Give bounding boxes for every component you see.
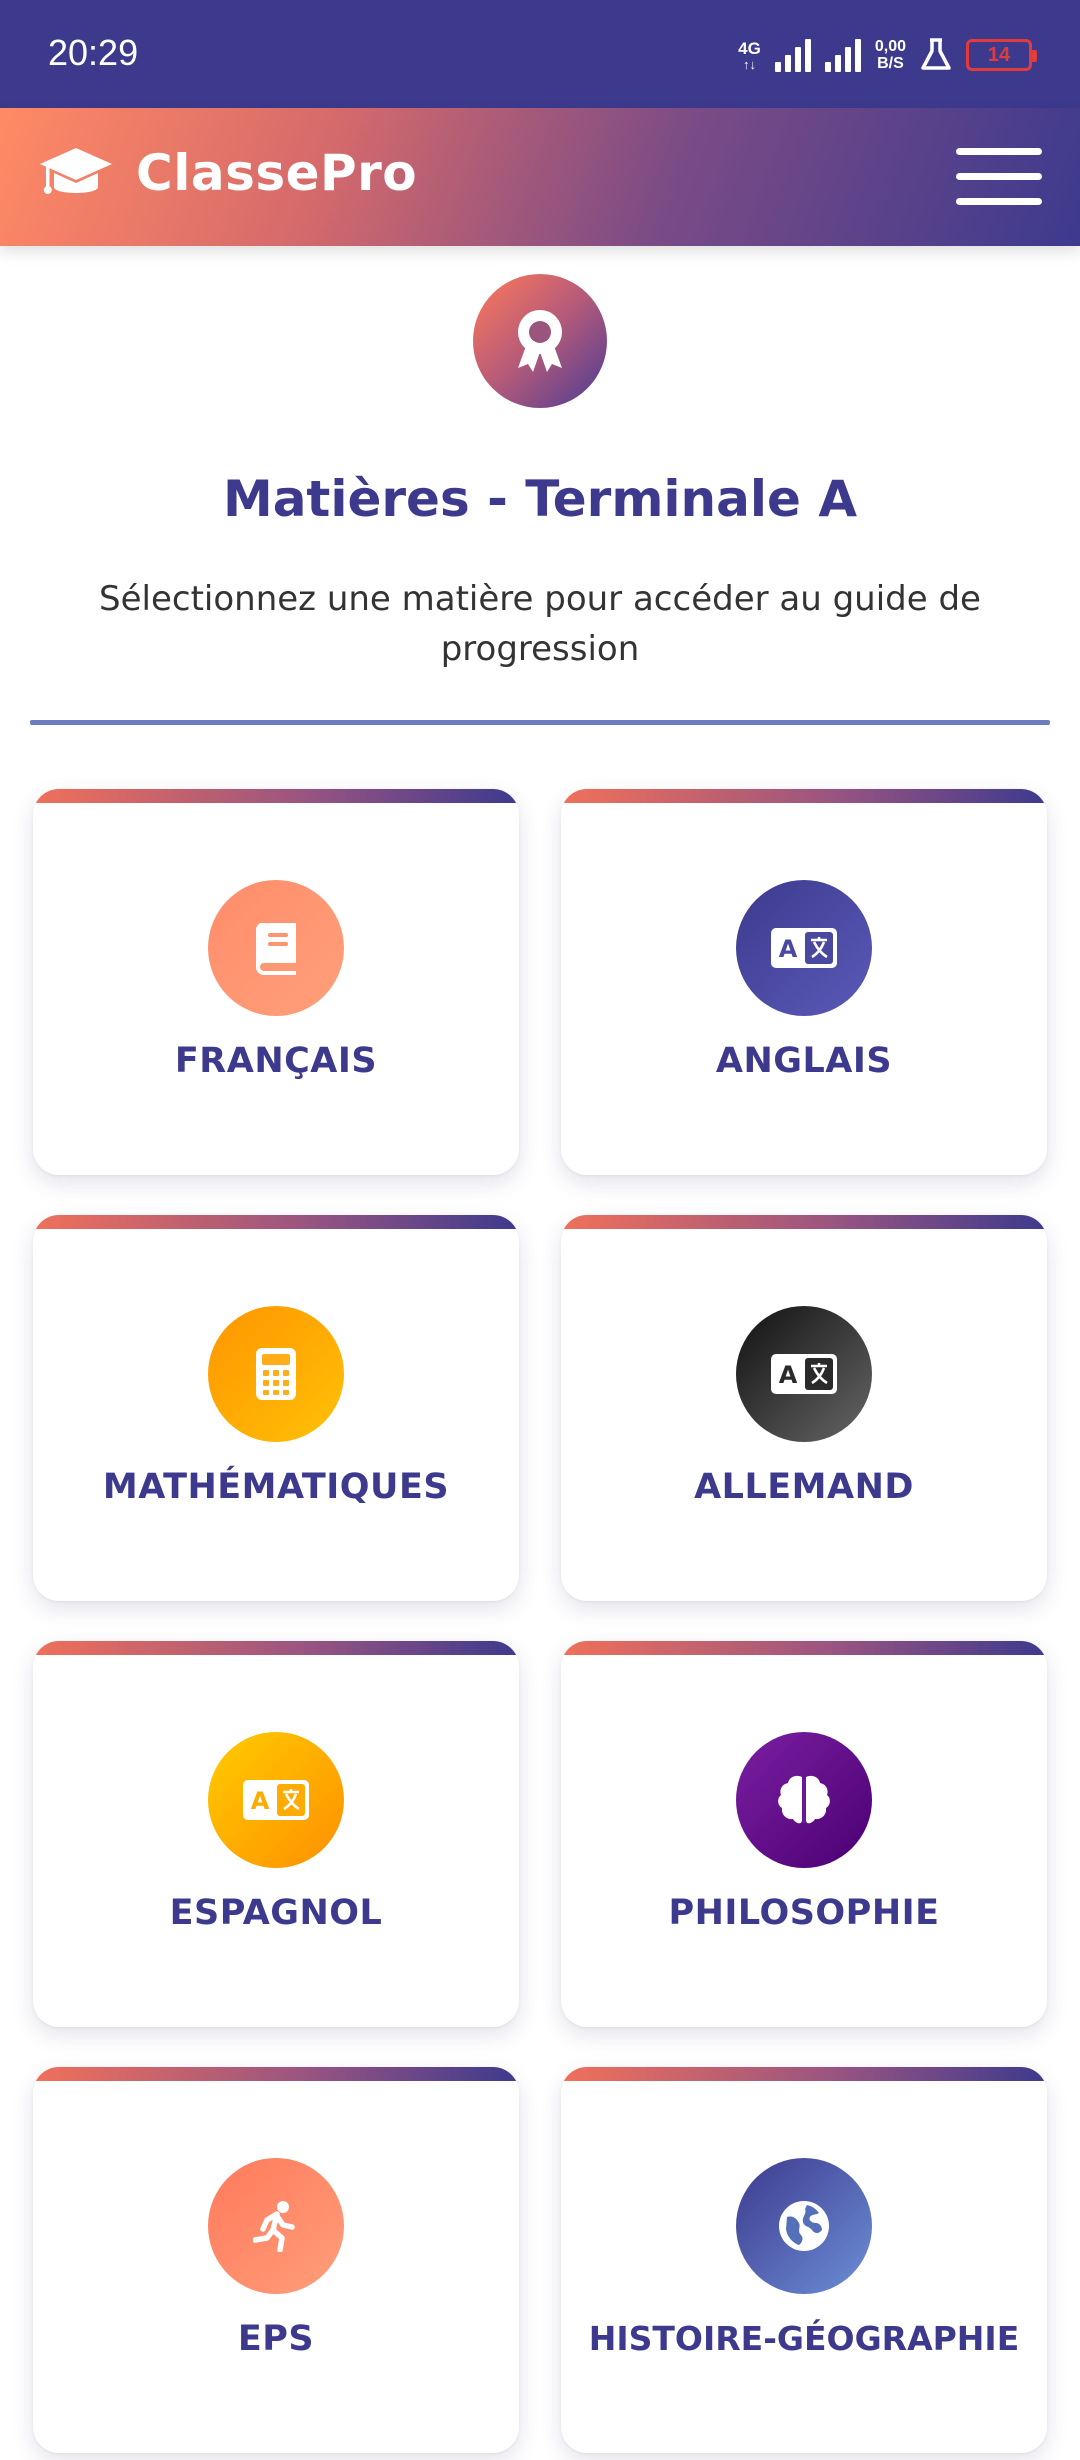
network-type: 4G xyxy=(738,38,761,58)
subject-card-francais[interactable]: FRANÇAIS xyxy=(33,789,519,1175)
speed-value: 0,00 xyxy=(874,38,906,55)
subject-card-philosophie[interactable]: PHILOSOPHIE xyxy=(561,1641,1047,2027)
subject-card-anglais[interactable]: A ANGLAIS xyxy=(561,789,1047,1175)
subject-label: ESPAGNOL xyxy=(169,1893,383,1933)
card-accent-bar xyxy=(33,1215,519,1229)
calculator-icon xyxy=(256,1348,296,1400)
language-icon: A xyxy=(771,1354,837,1394)
award-ribbon-icon xyxy=(518,310,562,372)
battery-icon: 14 xyxy=(966,39,1037,71)
globe-icon xyxy=(779,2201,829,2251)
subject-icon-circle xyxy=(208,1306,344,1442)
page-title: Matières - Terminale A xyxy=(222,470,858,528)
running-icon xyxy=(253,2201,295,2252)
subject-label: ANGLAIS xyxy=(715,1041,893,1081)
subject-card-espagnol[interactable]: A ESPAGNOL xyxy=(33,1641,519,2027)
subject-icon-circle xyxy=(736,1732,872,1868)
subject-card-eps[interactable]: EPS xyxy=(33,2067,519,2453)
app-header: ClassePro xyxy=(0,108,1080,246)
subject-label: EPS xyxy=(237,2319,315,2359)
card-accent-bar xyxy=(33,789,519,803)
card-accent-bar xyxy=(33,1641,519,1655)
book-icon xyxy=(255,923,296,975)
subject-icon-circle: A xyxy=(736,1306,872,1442)
subject-card-mathematiques[interactable]: MATHÉMATIQUES xyxy=(33,1215,519,1601)
language-icon: A xyxy=(243,1780,309,1820)
svg-text:A: A xyxy=(251,1787,270,1815)
award-badge xyxy=(473,274,607,408)
status-icons: 4G ↑↓ 0,00 B/S 14 xyxy=(738,30,1037,80)
subject-label: PHILOSOPHIE xyxy=(668,1893,940,1933)
subject-icon-circle xyxy=(736,2158,872,2294)
card-accent-bar xyxy=(561,1641,1047,1655)
flask-icon xyxy=(921,38,951,70)
subject-icon-circle: A xyxy=(736,880,872,1016)
signal-icon-2 xyxy=(824,38,861,72)
app-title[interactable]: ClassePro xyxy=(136,144,417,202)
section-divider xyxy=(30,720,1050,725)
battery-level: 14 xyxy=(987,43,1011,66)
subject-label: ALLEMAND xyxy=(694,1467,914,1507)
brain-icon xyxy=(778,1775,830,1824)
network-arrows: ↑↓ xyxy=(743,56,757,72)
hamburger-menu-icon xyxy=(956,148,1042,155)
subject-card-allemand[interactable]: A ALLEMAND xyxy=(561,1215,1047,1601)
status-bar: 20:29 4G ↑↓ 0,00 B/S 14 xyxy=(0,0,1080,108)
graduation-cap-icon xyxy=(40,148,112,194)
card-accent-bar xyxy=(561,789,1047,803)
card-accent-bar xyxy=(561,1215,1047,1229)
card-accent-bar xyxy=(561,2067,1047,2081)
signal-icon xyxy=(774,38,811,72)
network-speed: 0,00 B/S xyxy=(875,38,906,72)
subject-label: FRANÇAIS xyxy=(174,1041,378,1081)
svg-text:A: A xyxy=(779,935,798,963)
subject-icon-circle xyxy=(208,880,344,1016)
subject-label: HISTOIRE-GÉOGRAPHIE xyxy=(588,2319,1020,2358)
svg-text:A: A xyxy=(779,1361,798,1389)
network-indicator: 4G ↑↓ xyxy=(738,38,761,72)
subject-icon-circle xyxy=(208,2158,344,2294)
menu-button[interactable] xyxy=(956,148,1042,206)
subject-card-histoire-geographie[interactable]: HISTOIRE-GÉOGRAPHIE xyxy=(561,2067,1047,2453)
page-subtitle: Sélectionnez une matière pour accéder au… xyxy=(99,579,981,669)
subject-icon-circle: A xyxy=(208,1732,344,1868)
speed-unit: B/S xyxy=(877,55,904,72)
subject-label: MATHÉMATIQUES xyxy=(102,1467,450,1507)
status-time: 20:29 xyxy=(48,32,139,73)
language-icon: A xyxy=(771,928,837,968)
card-accent-bar xyxy=(33,2067,519,2081)
